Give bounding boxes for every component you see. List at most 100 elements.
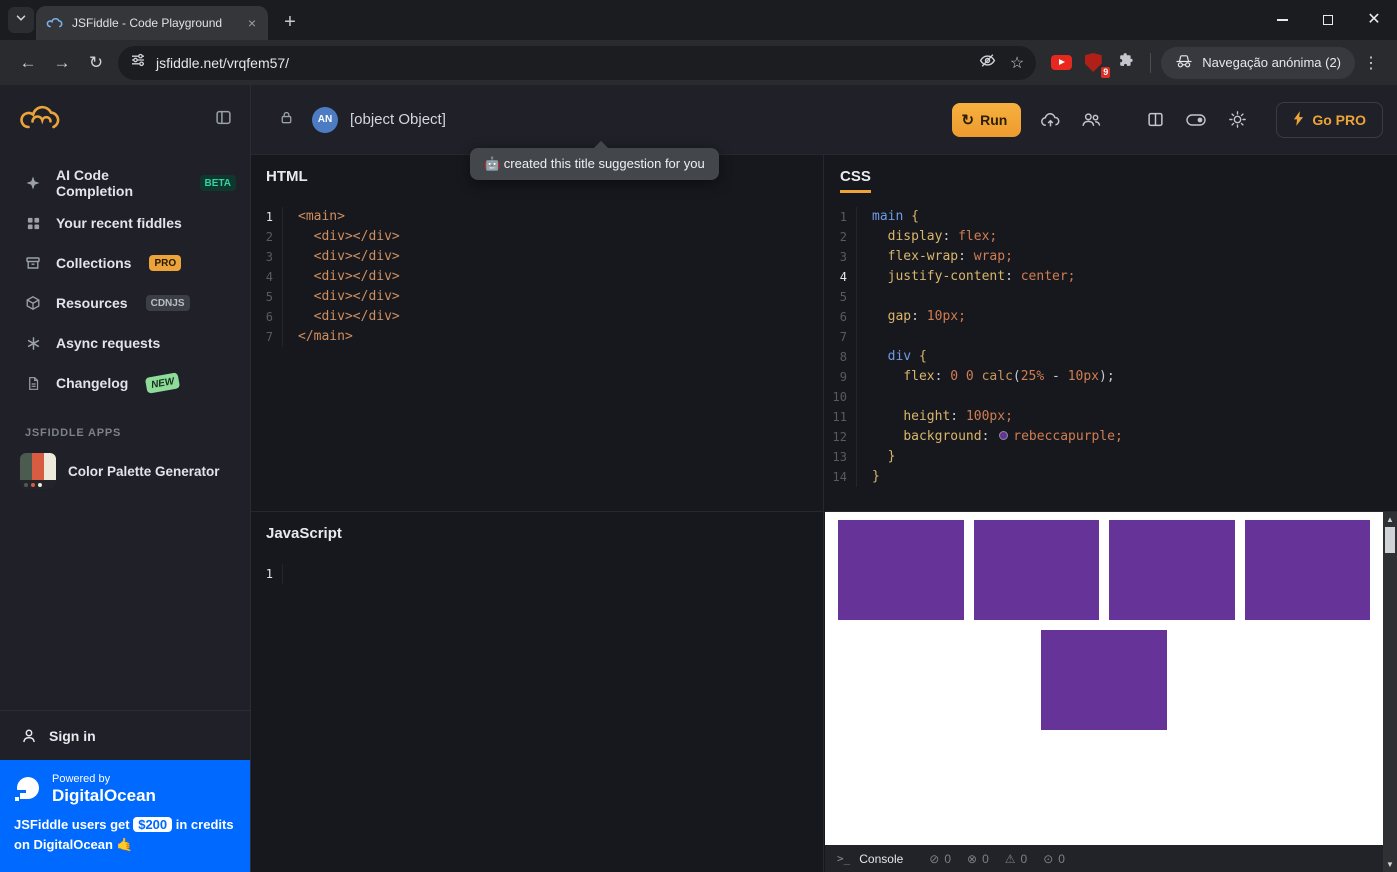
- site-settings-icon[interactable]: [130, 52, 146, 73]
- collaborate-users-icon[interactable]: [1079, 111, 1103, 128]
- line-number: 6: [831, 307, 857, 327]
- code-text: <div></div>: [313, 269, 400, 284]
- console-warning-count[interactable]: ⚠ 0: [1005, 852, 1027, 866]
- line-number: 6: [257, 307, 283, 327]
- lightning-bolt-icon: [1293, 110, 1304, 129]
- theme-sun-icon[interactable]: [1225, 111, 1249, 128]
- close-button[interactable]: ✕: [1351, 0, 1397, 40]
- minimize-button[interactable]: [1259, 0, 1305, 40]
- privacy-lock-icon[interactable]: [279, 110, 294, 130]
- sidebar-item-ai-code-completion[interactable]: AI Code Completion BETA: [0, 163, 250, 203]
- jsfiddle-logo[interactable]: [18, 101, 64, 140]
- css-code-editor[interactable]: 1 main {2 display: flex; 3 flex-wrap: wrap…: [825, 207, 1397, 487]
- line-number: 13: [831, 447, 857, 467]
- reload-button[interactable]: ↻: [80, 47, 112, 79]
- browser-tab[interactable]: JSFiddle - Code Playground ×: [36, 6, 268, 40]
- line-number: 3: [257, 247, 283, 267]
- incognito-badge[interactable]: Navegação anónima (2): [1161, 46, 1355, 79]
- html-code-editor[interactable]: 1 <main> 2 <div></div> 3 <div></div> 4 <div>…: [251, 207, 823, 347]
- scroll-thumb[interactable]: [1385, 527, 1395, 553]
- counter-value: 0: [982, 851, 989, 866]
- avatar[interactable]: AN: [312, 106, 338, 133]
- powered-by-label: Powered by: [52, 773, 111, 785]
- code-text: <div></div>: [313, 229, 400, 244]
- javascript-code-editor[interactable]: 1: [251, 564, 823, 584]
- address-bar[interactable]: jsfiddle.net/vrqfem57/ ☆: [118, 45, 1037, 80]
- bookmark-star-icon[interactable]: ☆: [1010, 53, 1024, 73]
- html-panel[interactable]: HTML 1 <main> 2 <div></div> 3 <div></div> 4 …: [251, 155, 824, 512]
- ublock-extension-button[interactable]: 9: [1078, 48, 1111, 78]
- color-swatch: [999, 431, 1009, 440]
- toggle-switch-icon[interactable]: [1184, 113, 1208, 126]
- css-panel[interactable]: CSS 1 main {2 display: flex; 3 flex-wrap: …: [825, 155, 1397, 512]
- line-number: 10: [831, 387, 857, 407]
- run-button[interactable]: ↻ Run: [951, 102, 1022, 137]
- sidebar-item-resources[interactable]: Resources CDNJS: [0, 283, 250, 323]
- badge-pro: PRO: [149, 255, 182, 271]
- scroll-up-arrow-icon[interactable]: ▲: [1383, 512, 1397, 527]
- forward-button[interactable]: →: [46, 47, 78, 79]
- line-number: 1: [257, 207, 283, 227]
- browser-titlebar: JSFiddle - Code Playground × + ✕: [0, 0, 1397, 40]
- youtube-extension-button[interactable]: [1046, 48, 1076, 78]
- sidebar-item-color-palette-generator[interactable]: Color Palette Generator: [20, 453, 234, 489]
- code-line: 6 gap: 10px;: [831, 307, 1397, 327]
- grid-icon: [24, 216, 42, 231]
- sidebar-item-changelog[interactable]: Changelog NEW: [0, 363, 250, 403]
- code-line: 3 flex-wrap: wrap;: [831, 247, 1397, 267]
- maximize-button[interactable]: [1305, 0, 1351, 40]
- line-number: 9: [831, 367, 857, 387]
- code-text: <div></div>: [313, 309, 400, 324]
- kebab-menu-icon: ⋮: [1363, 54, 1379, 72]
- result-scrollbar[interactable]: ▲ ▼: [1383, 512, 1397, 872]
- fiddle-title[interactable]: [object Object]: [350, 111, 446, 128]
- digitalocean-brand: DigitalOcean: [52, 786, 156, 805]
- eye-off-icon[interactable]: [979, 52, 996, 74]
- layout-columns-icon[interactable]: [1143, 111, 1167, 128]
- code-line: 7 </main>: [257, 327, 823, 347]
- sign-in-button[interactable]: Sign in: [0, 710, 250, 760]
- console-bar[interactable]: >_ Console ⊘ 0 ⊗ 0 ⚠ 0 ⊙ 0: [825, 845, 1383, 872]
- scroll-down-arrow-icon[interactable]: ▼: [1383, 857, 1397, 872]
- browser-menu-button[interactable]: ⋮: [1357, 53, 1385, 73]
- sidebar-item-collections[interactable]: Collections PRO: [0, 243, 250, 283]
- url-text[interactable]: jsfiddle.net/vrqfem57/: [156, 55, 979, 71]
- console-blocked-count[interactable]: ⊗ 0: [967, 852, 989, 866]
- result-flex: [833, 520, 1375, 730]
- result-box: [973, 520, 1099, 620]
- sidebar-collapse-button[interactable]: [215, 109, 232, 131]
- result-frame: [825, 512, 1383, 845]
- back-arrow-icon: ←: [19, 52, 37, 72]
- sidebar-item-recent-fiddles[interactable]: Your recent fiddles: [0, 203, 250, 243]
- code-text: height: 100px;: [903, 409, 1013, 424]
- window-menu-chevron-button[interactable]: [8, 7, 34, 33]
- back-button[interactable]: ←: [12, 47, 44, 79]
- code-text: gap: 10px;: [887, 309, 966, 324]
- line-number: 7: [831, 327, 857, 347]
- badge-cdnjs: CDNJS: [145, 295, 190, 311]
- javascript-panel[interactable]: JavaScript 1: [251, 512, 824, 872]
- color-palette-icon: [20, 453, 56, 489]
- promo-text: JSFiddle users get $200 in credits on Di…: [14, 817, 234, 853]
- console-prompt-icon: >_: [837, 852, 851, 865]
- fiddle-header: AN [object Object] ↻ Run Go PRO: [251, 85, 1397, 155]
- sidebar-item-label: Changelog: [56, 375, 129, 391]
- digitalocean-banner[interactable]: Powered by DigitalOcean JSFiddle users g…: [0, 760, 250, 872]
- console-error-count[interactable]: ⊘ 0: [929, 852, 951, 866]
- code-line: 3 <div></div>: [257, 247, 823, 267]
- console-info-count[interactable]: ⊙ 0: [1043, 852, 1065, 866]
- credit-amount-badge: $200: [133, 817, 173, 832]
- line-number: 5: [257, 287, 283, 307]
- sidebar-item-label: Collections: [56, 255, 132, 271]
- new-tab-button[interactable]: +: [276, 8, 304, 36]
- tab-close-icon[interactable]: ×: [244, 15, 260, 31]
- counter-value: 0: [944, 851, 952, 866]
- go-pro-button[interactable]: Go PRO: [1276, 101, 1383, 138]
- console-label: Console: [859, 851, 904, 866]
- extensions-button[interactable]: [1110, 48, 1140, 78]
- code-line: 5 <div></div>: [257, 287, 823, 307]
- sidebar-item-async-requests[interactable]: Async requests: [0, 323, 250, 363]
- save-cloud-icon[interactable]: [1038, 111, 1062, 128]
- person-icon: [20, 728, 38, 744]
- incognito-icon: [1175, 54, 1193, 71]
